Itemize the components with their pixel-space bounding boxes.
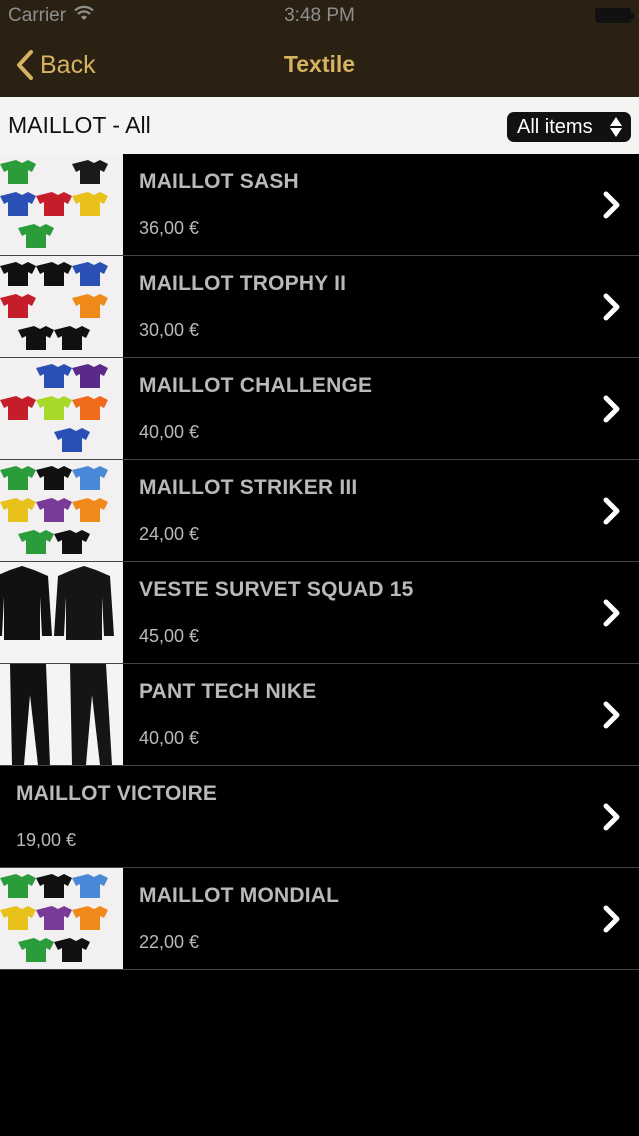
list-item[interactable]: MAILLOT SASH 36,00 € (0, 154, 639, 256)
sort-arrows-icon (610, 117, 622, 137)
product-price: 30,00 € (139, 320, 200, 340)
product-price: 40,00 € (139, 422, 200, 442)
product-name: PANT TECH NIKE (139, 680, 317, 703)
chevron-right-icon (603, 191, 620, 219)
product-name: MAILLOT TROPHY II (139, 272, 347, 295)
page-title: Textile (283, 51, 356, 77)
product-thumbnail (0, 358, 123, 459)
product-name: MAILLOT VICTOIRE (16, 782, 218, 805)
navigation-bar: Back Textile (0, 32, 639, 97)
product-thumbnail (0, 154, 123, 255)
product-price: 19,00 € (16, 830, 77, 850)
product-name: MAILLOT CHALLENGE (139, 374, 373, 397)
product-thumbnail (0, 562, 123, 663)
product-thumbnail (0, 256, 123, 357)
product-name: MAILLOT STRIKER III (139, 476, 358, 499)
list-item[interactable]: VESTE SURVET SQUAD 15 45,00 € (0, 562, 639, 664)
filter-title: MAILLOT - All (8, 112, 151, 138)
product-thumbnail (0, 460, 123, 561)
status-bar: Carrier 3:48 PM (0, 0, 639, 32)
chevron-right-icon (603, 293, 620, 321)
chevron-right-icon (603, 497, 620, 525)
product-list: MAILLOT SASH 36,00 € MAILLOT TROPHY II 30,0… (0, 154, 639, 970)
product-thumbnail (0, 868, 123, 969)
all-items-selector[interactable]: All items (507, 112, 631, 142)
product-name: MAILLOT MONDIAL (139, 884, 340, 907)
list-item[interactable]: MAILLOT VICTOIRE 19,00 € (0, 766, 639, 868)
chevron-right-icon (603, 395, 620, 423)
list-item[interactable]: MAILLOT TROPHY II 30,00 € (0, 256, 639, 358)
list-item[interactable]: MAILLOT MONDIAL 22,00 € (0, 868, 639, 970)
filter-bar: MAILLOT - All All items (0, 97, 639, 154)
product-price: 40,00 € (139, 728, 200, 748)
product-thumbnail (0, 664, 123, 765)
list-item[interactable]: PANT TECH NIKE 40,00 € (0, 664, 639, 766)
list-item[interactable]: MAILLOT CHALLENGE 40,00 € (0, 358, 639, 460)
chevron-right-icon (603, 905, 620, 933)
product-name: MAILLOT SASH (139, 170, 299, 193)
chevron-right-icon (603, 803, 620, 831)
status-time: 3:48 PM (284, 5, 355, 26)
all-items-label: All items (517, 115, 593, 138)
chevron-right-icon (603, 701, 620, 729)
list-item[interactable]: MAILLOT STRIKER III 24,00 € (0, 460, 639, 562)
product-price: 36,00 € (139, 218, 200, 238)
product-price: 24,00 € (139, 524, 200, 544)
chevron-right-icon (603, 599, 620, 627)
product-price: 45,00 € (139, 626, 200, 646)
product-price: 22,00 € (139, 932, 200, 952)
product-name: VESTE SURVET SQUAD 15 (139, 578, 414, 601)
battery-icon (595, 8, 634, 23)
